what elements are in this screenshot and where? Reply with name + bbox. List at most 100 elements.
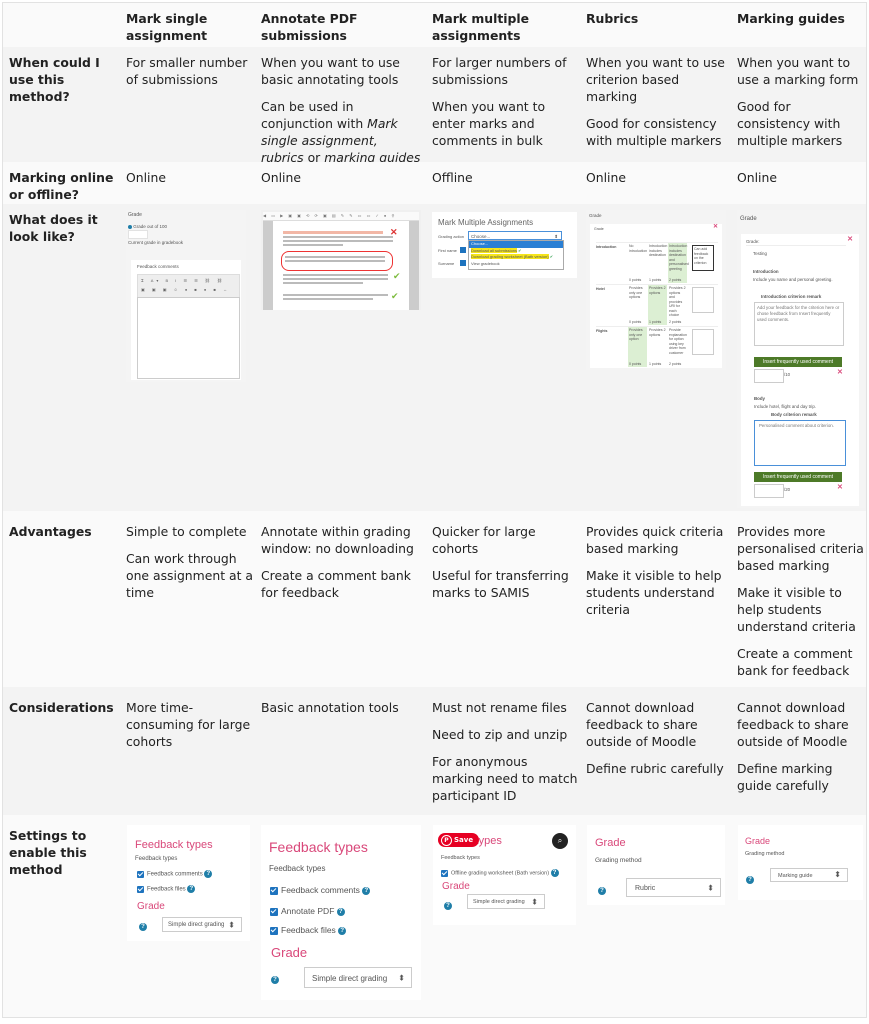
grading-action-select[interactable]: Choose... ⬍ — [468, 231, 562, 240]
cell-text: Make it visible to help students underst… — [737, 585, 856, 634]
help-icon-wrap[interactable]: ? — [598, 882, 606, 900]
help-icon-wrap[interactable]: ? — [746, 871, 754, 889]
help-icon[interactable]: ? — [139, 922, 147, 931]
body-score-input[interactable] — [754, 484, 784, 498]
rubric-level-cell[interactable]: Provides only one option 0 points — [628, 327, 647, 367]
feedback-textarea[interactable] — [137, 297, 240, 379]
checkbox-feedback-comments[interactable]: Feedback comments ? — [137, 870, 213, 878]
rubric-level-text: Provides 2 options — [649, 286, 666, 295]
help-icon[interactable]: ? — [598, 886, 606, 895]
cell-text: Define marking guide carefully — [737, 761, 833, 793]
checkbox-offline-worksheet[interactable]: Offline grading worksheet (Bath version)… — [441, 869, 559, 877]
grade-type-select[interactable]: Simple direct grading — [304, 967, 412, 988]
help-icon-wrap[interactable]: ? — [139, 918, 147, 936]
rubric-criterion-name: Introduction — [596, 245, 617, 249]
screenshot-title: Grade — [589, 213, 602, 218]
rubric-level-cell[interactable]: No introduction 0 points — [628, 243, 647, 283]
rubric-level-cell[interactable]: Provides 2 options and provides URl for … — [668, 285, 687, 325]
row-label-advantages: Advantages — [9, 524, 92, 539]
grade-type-select[interactable]: Simple direct grading — [467, 894, 545, 909]
text-line — [283, 294, 388, 296]
settings-marking-guides: Grade Grading method ? Marking guide — [738, 825, 863, 900]
grade-heading: Grade — [271, 945, 308, 960]
rubric-remark-textarea[interactable]: Can add feedback on the criterion — [692, 245, 714, 271]
checkbox-label: Feedback files — [147, 886, 186, 893]
rubric-remark-textarea[interactable] — [692, 287, 714, 313]
rubric-level-cell[interactable]: Introduction includes destination 1 point… — [648, 243, 667, 283]
col-header-mark-single: Mark single assignment — [126, 11, 208, 43]
rubric-level-cell[interactable]: Provide explanation for option using key… — [668, 327, 687, 367]
grading-method-select[interactable]: Rubric — [626, 878, 721, 897]
settings-annotate-pdf: Feedback types Feedback types Feedback c… — [261, 825, 421, 1000]
toolbar-icons-row2: ▣ ▣ ▣ ☺ ● ■ ● ■ ↔ — [141, 287, 230, 292]
body-remark-textarea[interactable]: Personalised comment about criterion. — [754, 420, 846, 466]
col-header-annotate-pdf: Annotate PDF submissions — [261, 11, 358, 43]
grade-input[interactable] — [128, 230, 148, 239]
rubric-level-text: Introduction includes destination — [649, 244, 668, 257]
close-icon[interactable]: ✕ — [847, 236, 853, 243]
table-cell: Offline — [432, 170, 473, 185]
settings-heading: Feedback types — [135, 839, 213, 851]
grade-type-select[interactable]: Simple direct grading — [162, 917, 242, 932]
checkbox-annotate-pdf[interactable]: Annotate PDF ? — [270, 906, 345, 916]
visual-search-icon[interactable]: ⌕ — [552, 833, 568, 849]
checkbox-feedback-files[interactable]: Feedback files ? — [270, 925, 347, 935]
rubric-remark-textarea[interactable] — [692, 329, 714, 355]
intro-score-input[interactable] — [754, 369, 784, 383]
table-cell: Provides quick criteria based marking Ma… — [586, 523, 726, 628]
rubric-level-cell[interactable]: Provides 2 options 1 points — [648, 327, 667, 367]
help-icon[interactable]: ? — [444, 901, 452, 910]
col-header-marking-guides: Marking guides — [737, 11, 845, 26]
guide-grade-label: Grade: — [746, 239, 846, 246]
cell-text: For smaller number of submissions — [126, 55, 248, 87]
cell-text: Cannot download feedback to share outsid… — [586, 700, 698, 749]
insert-comment-button[interactable]: Insert frequently used comment — [754, 357, 842, 367]
help-icon[interactable]: ? — [271, 975, 279, 984]
checkbox-feedback-files[interactable]: Feedback files ? — [137, 885, 196, 893]
rubric-criterion-row: Flights Provides only one option 0 points P… — [596, 326, 718, 367]
help-icon[interactable]: ? — [746, 875, 754, 884]
help-icon[interactable]: ? — [187, 885, 196, 893]
settings-heading: Feedback types — [269, 839, 368, 855]
insert-comment-button[interactable]: Insert frequently used comment — [754, 472, 842, 482]
rubric-level-cell[interactable]: Provides only one options 0 points — [628, 285, 647, 325]
filter-button[interactable] — [460, 260, 466, 266]
filter-button[interactable] — [460, 247, 466, 253]
help-icon[interactable]: ? — [204, 870, 213, 878]
checkbox-checked-icon — [270, 926, 278, 935]
screenshot-title: Grade — [740, 216, 757, 222]
table-cell: Simple to complete Can work through one … — [126, 523, 254, 611]
remove-icon[interactable]: ✕ — [837, 484, 843, 491]
rubric-level-cell[interactable]: Provides 2 options 1 points — [648, 285, 667, 325]
cell-text: Make it visible to help students underst… — [586, 568, 722, 617]
label-text: Grade out of 100 — [133, 224, 168, 229]
check-icon: ✔ — [518, 247, 522, 253]
grading-method-select[interactable]: Marking guide — [770, 868, 848, 882]
rubric-level-cell[interactable]: Introduction includes destination and pe… — [668, 243, 689, 283]
help-icon[interactable]: ? — [338, 926, 347, 935]
intro-remark-textarea[interactable]: Add your feedback for the criterion here… — [754, 302, 844, 346]
text-line — [283, 240, 393, 242]
col-header-mark-multiple: Mark multiple assignments — [432, 11, 530, 43]
help-icon-wrap[interactable]: ? — [271, 971, 279, 989]
checkbox-feedback-comments[interactable]: Feedback comments ? — [270, 885, 371, 895]
grade-heading: Grade — [442, 881, 470, 892]
checkbox-checked-icon — [441, 869, 448, 877]
checkbox-checked-icon — [270, 886, 278, 895]
dropdown-option[interactable]: View gradebook — [469, 261, 563, 268]
help-icon[interactable]: ? — [362, 886, 371, 895]
rubric-criterion-name: Hotel — [596, 287, 605, 291]
pinterest-save-button[interactable]: P Save — [438, 833, 480, 847]
dropdown-option[interactable]: Download grading worksheet (Bath version… — [469, 254, 563, 261]
close-icon[interactable]: ✕ — [713, 224, 718, 229]
screenshot-title: Grade — [128, 212, 142, 218]
cell-text: Define rubric carefully — [586, 761, 724, 776]
text-line — [283, 278, 388, 280]
help-icon[interactable]: ? — [336, 907, 345, 916]
first-name-label: First name — [438, 248, 457, 253]
remove-icon[interactable]: ✕ — [837, 369, 843, 376]
rubric-level-points: 2 points — [669, 361, 682, 366]
help-icon-wrap[interactable]: ? — [444, 897, 452, 915]
help-icon[interactable]: ? — [550, 869, 559, 877]
cell-text: When you want to use basic annotating to… — [261, 55, 400, 87]
